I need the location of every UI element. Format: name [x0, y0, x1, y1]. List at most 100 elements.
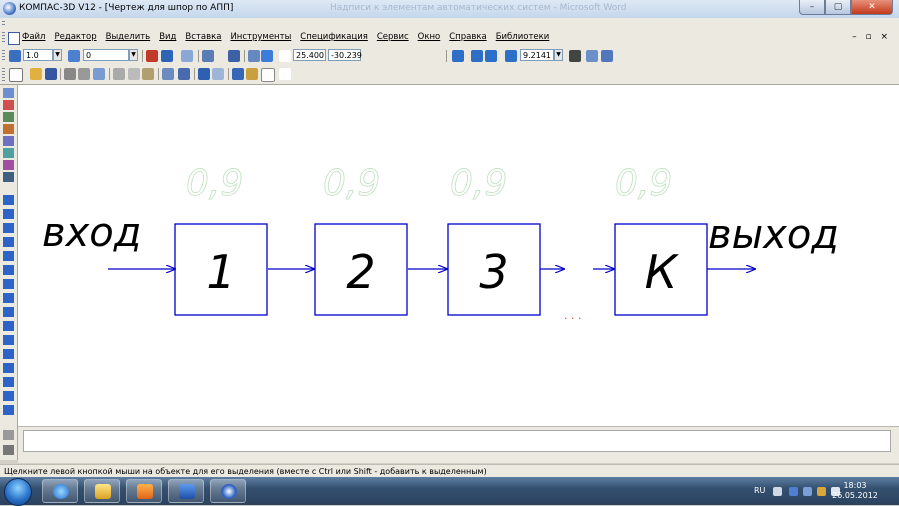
params-icon[interactable]	[3, 136, 14, 146]
hatch-icon[interactable]	[3, 377, 14, 387]
copy-icon[interactable]	[128, 68, 140, 80]
toolbar-grip[interactable]	[2, 68, 5, 81]
manager-icon[interactable]	[178, 68, 190, 80]
close-button[interactable]: ✕	[851, 0, 893, 15]
layer-dropdown[interactable]: ▼	[129, 49, 138, 61]
maximize-button[interactable]: ▢	[825, 0, 851, 15]
step-icon[interactable]	[9, 50, 21, 62]
menu-select[interactable]: Выделить	[106, 32, 151, 42]
minimize-button[interactable]: –	[799, 0, 825, 15]
variables-icon[interactable]	[232, 68, 244, 80]
taskbar-word[interactable]	[168, 479, 204, 503]
function-icon[interactable]	[261, 68, 275, 82]
menu-help[interactable]: Справка	[449, 32, 486, 42]
equidistant-icon[interactable]	[3, 391, 14, 401]
paste-icon[interactable]	[142, 68, 154, 80]
style-icon[interactable]	[161, 50, 173, 62]
polyline-icon[interactable]	[3, 293, 14, 303]
layer-icon[interactable]	[68, 50, 80, 62]
zoom-in-icon[interactable]	[471, 50, 483, 62]
library-manager-icon[interactable]	[246, 68, 258, 80]
nurbs-icon[interactable]	[3, 321, 14, 331]
redo-icon[interactable]	[212, 68, 224, 80]
panel-icon[interactable]	[3, 430, 14, 440]
spec-icon[interactable]	[3, 172, 14, 182]
menu-file[interactable]: Файл	[22, 32, 45, 42]
geometry-icon[interactable]	[3, 88, 14, 98]
kompas-app-icon[interactable]	[3, 2, 16, 15]
dimensions-icon[interactable]	[3, 100, 14, 110]
drawing-canvas[interactable]: 0,9 0,9 0,9 0,9 вход выход 1 2 3 К · · ·	[18, 85, 899, 426]
clock[interactable]: 18:03 26.05.2012	[825, 481, 885, 501]
undo-icon[interactable]	[198, 68, 210, 80]
taskbar-ie[interactable]	[42, 479, 78, 503]
toolbar-grip[interactable]	[2, 50, 5, 62]
fillet-icon[interactable]	[3, 349, 14, 359]
zoom-dropdown[interactable]: ▼	[554, 49, 563, 61]
local-cs-icon[interactable]	[248, 50, 260, 62]
ortho-icon[interactable]	[228, 50, 240, 62]
circle-icon[interactable]	[3, 237, 14, 247]
point-icon[interactable]	[3, 195, 14, 205]
menu-grip[interactable]	[2, 32, 5, 44]
taskbar-explorer[interactable]	[84, 479, 120, 503]
rectangle-icon[interactable]	[3, 363, 14, 373]
pan-icon[interactable]	[569, 50, 581, 62]
properties-icon[interactable]	[93, 68, 105, 80]
show-all-icon[interactable]	[586, 50, 598, 62]
coord-y-field[interactable]: -30.239	[328, 49, 362, 61]
save-icon[interactable]	[45, 68, 57, 80]
expand-icon[interactable]	[3, 445, 14, 455]
menu-specification[interactable]: Спецификация	[300, 32, 368, 42]
zoom-out-icon[interactable]	[485, 50, 497, 62]
menu-tools[interactable]: Инструменты	[230, 32, 291, 42]
coord-x-field[interactable]: 25.400	[293, 49, 326, 61]
toolbar-grip[interactable]	[2, 21, 5, 26]
color-icon[interactable]	[146, 50, 158, 62]
new-document-icon[interactable]	[9, 68, 23, 82]
print-preview-icon[interactable]	[78, 68, 90, 80]
help-pointer-icon[interactable]	[279, 68, 291, 80]
zoom-field[interactable]: 9.2141	[520, 49, 554, 61]
tray-network-icon[interactable]	[789, 487, 798, 496]
menu-view[interactable]: Вид	[159, 32, 176, 42]
edit-icon[interactable]	[3, 124, 14, 134]
menu-libraries[interactable]: Библиотеки	[496, 32, 550, 42]
taskbar-kompas[interactable]	[210, 479, 246, 503]
chamfer-icon[interactable]	[3, 335, 14, 345]
taskbar-media[interactable]	[126, 479, 162, 503]
spline-icon[interactable]	[3, 279, 14, 289]
language-indicator[interactable]: RU	[754, 486, 765, 495]
auxiliary-line-icon[interactable]	[3, 209, 14, 219]
collect-contour-icon[interactable]	[3, 405, 14, 415]
grid-icon[interactable]	[202, 50, 214, 62]
refresh-icon[interactable]	[601, 50, 613, 62]
contour-icon[interactable]	[3, 307, 14, 317]
menu-window[interactable]: Окно	[418, 32, 441, 42]
cursor-coords-icon[interactable]	[261, 50, 273, 62]
layer-field[interactable]: 0	[83, 49, 129, 61]
menu-editor[interactable]: Редактор	[54, 32, 96, 42]
print-icon[interactable]	[64, 68, 76, 80]
open-folder-icon[interactable]	[30, 68, 42, 80]
tray-arrow-icon[interactable]	[773, 487, 782, 496]
tray-flag-icon[interactable]	[803, 487, 812, 496]
measure-icon[interactable]	[3, 148, 14, 158]
format-painter-icon[interactable]	[162, 68, 174, 80]
document-icon[interactable]	[8, 32, 20, 45]
line-width-field[interactable]: 1.0	[23, 49, 53, 61]
select-icon[interactable]	[3, 160, 14, 170]
document-window-controls[interactable]: – ▫ ×	[852, 32, 891, 42]
cut-icon[interactable]	[113, 68, 125, 80]
menu-service[interactable]: Сервис	[377, 32, 409, 42]
arc-icon[interactable]	[3, 251, 14, 261]
menu-insert[interactable]: Вставка	[185, 32, 221, 42]
snap-icon[interactable]	[181, 50, 193, 62]
line-width-dropdown[interactable]: ▼	[53, 49, 62, 61]
zoom-scale-icon[interactable]	[505, 50, 517, 62]
start-button[interactable]	[4, 478, 32, 506]
segment-icon[interactable]	[3, 223, 14, 233]
zoom-window-icon[interactable]	[452, 50, 464, 62]
property-field[interactable]	[23, 430, 891, 452]
symbols-icon[interactable]	[3, 112, 14, 122]
